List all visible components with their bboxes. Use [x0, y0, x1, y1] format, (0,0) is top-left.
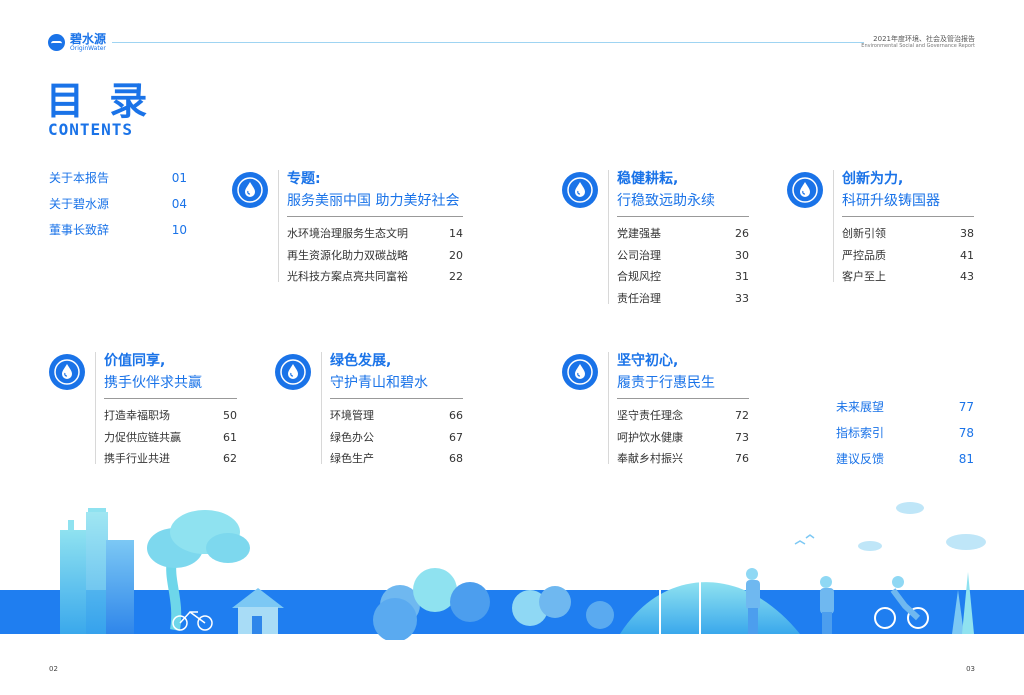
birds: [794, 534, 815, 545]
toc-link[interactable]: 创新引领 38: [842, 223, 974, 245]
page-title: 目 录: [46, 79, 154, 123]
brand-logo: 碧水源 OriginWater: [48, 33, 106, 52]
landscape-illustration: [0, 502, 1024, 640]
toc-link[interactable]: 合规风控 31: [617, 266, 749, 288]
toc-link[interactable]: 打造幸福职场 50: [104, 405, 237, 427]
toc-link[interactable]: 光科技方案点亮共同富裕 22: [287, 266, 463, 288]
toc-link[interactable]: 严控品质 41: [842, 245, 974, 267]
toc-section: 稳健耕耘, 行稳致远助永续 党建强基 26 公司治理 30 合规风控 31 责任治理 3…: [617, 168, 749, 309]
header-divider: [112, 42, 864, 43]
toc-link[interactable]: 公司治理 30: [617, 245, 749, 267]
section-heading: 创新为力,: [842, 171, 904, 187]
outro-list: 未来展望 77 指标索引 78 建议反馈 81: [836, 394, 974, 472]
section-subheading: 守护青山和碧水: [330, 375, 428, 391]
section-heading: 坚守初心,: [617, 353, 679, 369]
water-drop-icon: [787, 172, 823, 208]
toc-link[interactable]: 环境管理 66: [330, 405, 463, 427]
toc-section: 专题: 服务美丽中国 助力美好社会 水环境治理服务生态文明 14 再生资源化助力双…: [287, 168, 463, 288]
water-drop-icon: [49, 354, 85, 390]
clouds: [858, 502, 986, 551]
toc-link[interactable]: 绿色生产 68: [330, 448, 463, 470]
section-subheading: 履责于行惠民生: [617, 375, 715, 391]
toc-link[interactable]: 奉献乡村振兴 76: [617, 448, 749, 470]
section-divider: [278, 170, 279, 282]
section-heading: 专题:: [287, 171, 321, 187]
section-subheading: 服务美丽中国 助力美好社会: [287, 193, 460, 209]
section-subheading: 携手伙伴求共赢: [104, 375, 202, 391]
toc-section: 绿色发展, 守护青山和碧水 环境管理 66 绿色办公 67 绿色生产 68: [330, 350, 463, 470]
section-divider: [608, 352, 609, 464]
section-subheading: 科研升级铸国器: [842, 193, 940, 209]
section-divider: [95, 352, 96, 464]
logo-name-cn: 碧水源: [70, 32, 107, 46]
toc-section: 创新为力, 科研升级铸国器 创新引领 38 严控品质 41 客户至上 43: [842, 168, 974, 288]
toc-link[interactable]: 绿色办公 67: [330, 427, 463, 449]
toc-link[interactable]: 坚守责任理念 72: [617, 405, 749, 427]
city-buildings: [60, 508, 134, 634]
toc-link[interactable]: 董事长致辞 10: [49, 217, 187, 243]
report-title-en: Environmental Social and Governance Repo…: [861, 43, 975, 50]
section-divider: [321, 352, 322, 464]
page-number-left: 02: [49, 665, 58, 673]
blue-band: [0, 590, 1024, 634]
toc-section: 价值同享, 携手伙伴求共赢 打造幸福职场 50 力促供应链共赢 61 携手行业共进 6…: [104, 350, 237, 470]
section-divider: [608, 170, 609, 304]
toc-link[interactable]: 责任治理 33: [617, 288, 749, 310]
intro-list: 关于本报告 01 关于碧水源 04 董事长致辞 10: [49, 165, 187, 243]
section-heading: 稳健耕耘,: [617, 171, 679, 187]
section-heading: 价值同享,: [104, 353, 166, 369]
toc-link[interactable]: 关于碧水源 04: [49, 191, 187, 217]
water-drop-icon: [562, 354, 598, 390]
page-number-right: 03: [966, 665, 975, 673]
logo-name-en: OriginWater: [70, 45, 106, 52]
toc-link[interactable]: 水环境治理服务生态文明 14: [287, 223, 463, 245]
toc-link[interactable]: 关于本报告 01: [49, 165, 187, 191]
toc-link[interactable]: 呵护饮水健康 73: [617, 427, 749, 449]
section-subheading: 行稳致远助永续: [617, 193, 715, 209]
hill: [620, 582, 800, 634]
toc-link[interactable]: 再生资源化助力双碳战略 20: [287, 245, 463, 267]
section-divider: [833, 170, 834, 282]
toc-link[interactable]: 党建强基 26: [617, 223, 749, 245]
water-drop-icon: [275, 354, 311, 390]
toc-link[interactable]: 携手行业共进 62: [104, 448, 237, 470]
toc-section: 坚守初心, 履责于行惠民生 坚守责任理念 72 呵护饮水健康 73 奉献乡村振兴 76: [617, 350, 749, 470]
toc-link[interactable]: 建议反馈 81: [836, 446, 974, 472]
page: 碧水源 OriginWater 2021年度环境、社会及管治报告 Environ…: [0, 0, 1024, 695]
toc-link[interactable]: 客户至上 43: [842, 266, 974, 288]
toc-link[interactable]: 未来展望 77: [836, 394, 974, 420]
page-subtitle: CONTENTS: [48, 120, 134, 139]
report-title: 2021年度环境、社会及管治报告 Environmental Social an…: [861, 35, 975, 49]
logo-mark-icon: [48, 34, 65, 51]
toc-link[interactable]: 指标索引 78: [836, 420, 974, 446]
report-title-cn: 2021年度环境、社会及管治报告: [873, 35, 975, 43]
water-drop-icon: [232, 172, 268, 208]
water-drop-icon: [562, 172, 598, 208]
section-heading: 绿色发展,: [330, 353, 392, 369]
toc-link[interactable]: 力促供应链共赢 61: [104, 427, 237, 449]
